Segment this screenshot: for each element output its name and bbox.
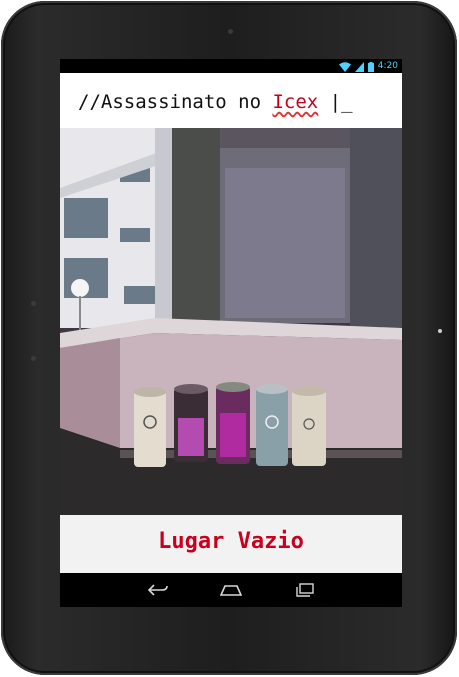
back-icon[interactable]: [146, 580, 170, 600]
app-title-bar: //Assassinato no Icex |_: [60, 73, 402, 128]
title-prefix: //Assassinato no: [78, 91, 273, 113]
status-time: 4:20: [377, 61, 398, 71]
side-sensor: [31, 356, 36, 361]
app-title: //Assassinato no Icex |_: [78, 91, 353, 113]
tablet-frame: 4:20 //Assassinato no Icex |_ Lugar Vazi…: [1, 1, 457, 675]
recent-apps-icon[interactable]: [293, 580, 317, 600]
title-cursor: |_: [318, 91, 353, 113]
location-caption: Lugar Vazio: [158, 529, 304, 554]
caption-bar: Lugar Vazio: [60, 515, 402, 573]
screen: 4:20 //Assassinato no Icex |_ Lugar Vazi…: [60, 59, 402, 607]
status-bar: 4:20: [60, 59, 402, 73]
front-camera: [228, 29, 233, 34]
side-led: [438, 329, 442, 333]
nav-bar: [60, 573, 402, 607]
home-icon[interactable]: [219, 580, 243, 600]
side-sensor: [31, 301, 36, 306]
scene-photo: [60, 128, 402, 515]
title-highlight: Icex: [272, 91, 319, 113]
